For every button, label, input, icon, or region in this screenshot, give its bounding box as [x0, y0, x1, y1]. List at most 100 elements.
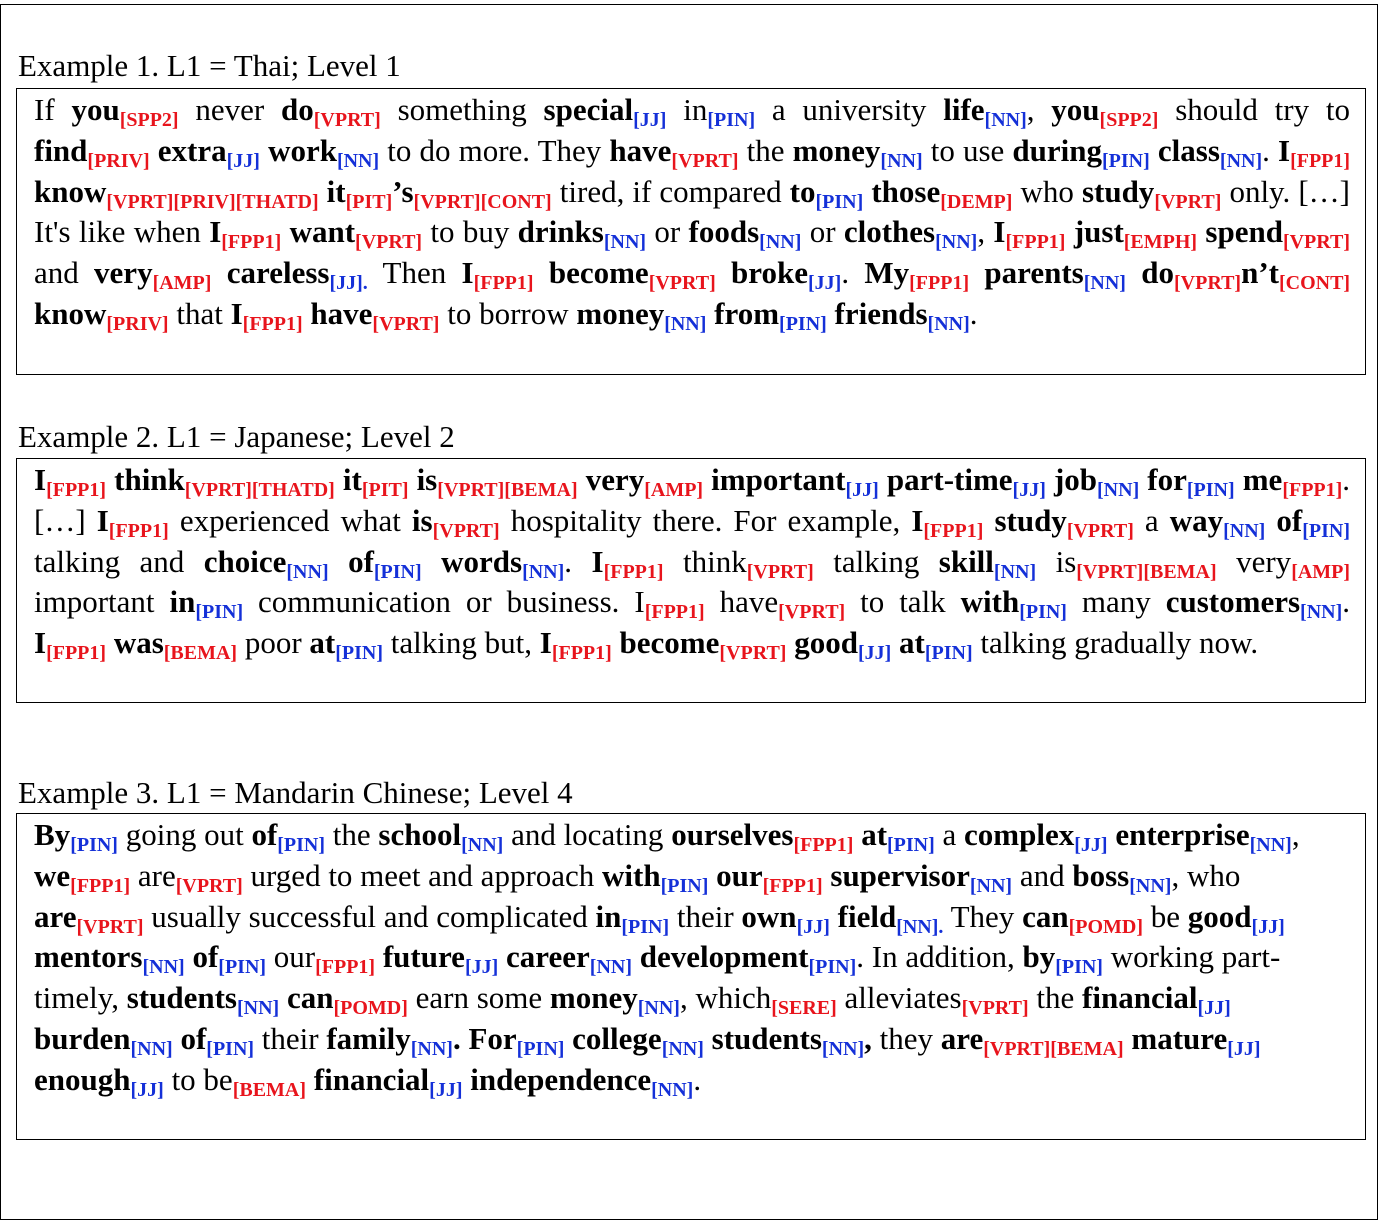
- plain-text: [578, 462, 586, 497]
- tagged-word: think: [663, 543, 747, 579]
- pos-tag: [PIN]: [707, 109, 756, 131]
- pos-tag: [SERE]: [771, 997, 837, 1020]
- pos-tag: [VPRT]: [1174, 272, 1242, 295]
- plain-text: [329, 544, 348, 579]
- tagged-word: choice: [203, 543, 287, 579]
- plain-text: [106, 625, 114, 660]
- tagged-word: complex: [964, 817, 1075, 852]
- plain-text: their: [669, 898, 742, 934]
- plain-text: .: [841, 255, 865, 291]
- pos-tag: [NN]: [410, 1037, 453, 1060]
- pos-tag: [JJ]: [845, 479, 879, 501]
- plain-text: ,: [1026, 92, 1052, 127]
- plain-text: [335, 462, 343, 497]
- tagged-word: mature: [1131, 1020, 1228, 1056]
- pos-tag: [VPRT][CONT]: [413, 190, 552, 213]
- pos-tag: [NN].: [896, 915, 944, 938]
- tagged-word: field: [837, 898, 897, 934]
- tagged-word: with: [602, 857, 661, 893]
- pos-tag: [VPRT][BEMA]: [983, 1037, 1124, 1060]
- tagged-word: work: [268, 132, 337, 168]
- plain-text: should try to: [1158, 92, 1351, 127]
- plain-text: [969, 255, 984, 290]
- tagged-word: My: [864, 255, 910, 291]
- pos-tag: [FPP1]: [551, 642, 612, 665]
- tagged-word: spend: [1205, 214, 1283, 250]
- plain-text: [498, 939, 506, 974]
- plain-text: or: [646, 214, 689, 250]
- tagged-word: extra: [157, 132, 227, 168]
- plain-text: experienced what: [168, 502, 412, 538]
- tagged-word: career: [506, 939, 590, 975]
- tagged-word: I: [461, 255, 474, 291]
- plain-text: [534, 255, 549, 290]
- tagged-word: of: [192, 939, 219, 975]
- tagged-word: parents: [984, 255, 1084, 291]
- tagged-word: , which: [679, 980, 772, 1016]
- tagged-word: study: [1081, 173, 1155, 209]
- plain-text: and: [34, 255, 95, 291]
- tagged-word: foods: [688, 214, 760, 250]
- plain-text: [279, 980, 287, 1015]
- pos-tag: [FPP1]: [909, 272, 970, 295]
- pos-tag: [NN]: [759, 231, 802, 254]
- plain-text: .: [1262, 132, 1278, 168]
- tagged-word: job: [1053, 462, 1098, 497]
- tagged-word: careless: [226, 255, 330, 291]
- tagged-word: of: [1276, 502, 1303, 538]
- pos-tag: [FPP1]: [242, 312, 303, 335]
- plain-text: If: [34, 92, 72, 127]
- pos-tag: [NN]: [927, 312, 970, 335]
- plain-text: never: [178, 92, 281, 127]
- pos-tag: [VPRT]: [778, 601, 846, 624]
- plain-text: [706, 296, 714, 331]
- pos-tag: [FPP1]: [46, 642, 107, 665]
- plain-text: ,: [977, 214, 994, 250]
- tagged-word: you: [71, 92, 120, 127]
- plain-text: urged to meet and approach: [242, 857, 603, 893]
- pos-tag: [FPP1]: [315, 956, 376, 979]
- plain-text: a: [1133, 502, 1170, 538]
- plain-text: the: [738, 132, 793, 168]
- plain-text: the: [325, 817, 379, 852]
- tagged-word: at: [309, 625, 336, 661]
- tagged-word: ourselves: [671, 817, 794, 852]
- pos-tag: [NN]: [336, 149, 380, 172]
- tagged-word: way: [1169, 502, 1224, 538]
- plain-text: [830, 899, 838, 934]
- pos-tag: [NN]: [969, 874, 1013, 897]
- plain-text: [1265, 503, 1276, 538]
- pos-tag: [NN]: [651, 1078, 694, 1101]
- plain-text: [716, 255, 731, 290]
- plain-text: [612, 625, 620, 660]
- plain-text: .: [1342, 584, 1350, 620]
- tagged-word: mentors: [34, 939, 143, 975]
- pos-tag: [JJ]: [464, 956, 499, 979]
- pos-tag: [NN]: [286, 560, 329, 583]
- tagged-word: I: [34, 625, 47, 661]
- plain-text: [1126, 255, 1141, 290]
- tagged-word: is: [416, 462, 438, 497]
- pos-tag: [VPRT]: [719, 642, 787, 665]
- tagged-word: I: [230, 295, 243, 331]
- plain-text: who: [1012, 173, 1082, 209]
- plain-text: [319, 174, 327, 209]
- tagged-word: I: [34, 462, 47, 497]
- tagged-word: of: [251, 817, 278, 852]
- pos-tag: [PIN]: [335, 642, 384, 665]
- tagged-word: at: [861, 817, 888, 852]
- tagged-word: very: [1216, 543, 1292, 579]
- plain-text: [281, 214, 289, 249]
- tagged-word: school: [378, 817, 462, 852]
- example-2-heading: Example 2. L1 = Japanese; Level 2: [18, 419, 455, 454]
- pos-tag: [NN]: [142, 956, 185, 979]
- plain-text: and locating: [503, 817, 672, 852]
- pos-tag: [FPP1]: [473, 272, 534, 295]
- pos-tag: [NN]: [130, 1037, 173, 1060]
- plain-text: , who: [1171, 857, 1241, 893]
- tagged-word: important: [711, 462, 846, 497]
- plain-text: to do more. They: [379, 132, 610, 168]
- plain-text: usually successful and complicated: [143, 898, 596, 934]
- pos-tag: [JJ]: [796, 915, 830, 938]
- tagged-word: in: [595, 898, 622, 934]
